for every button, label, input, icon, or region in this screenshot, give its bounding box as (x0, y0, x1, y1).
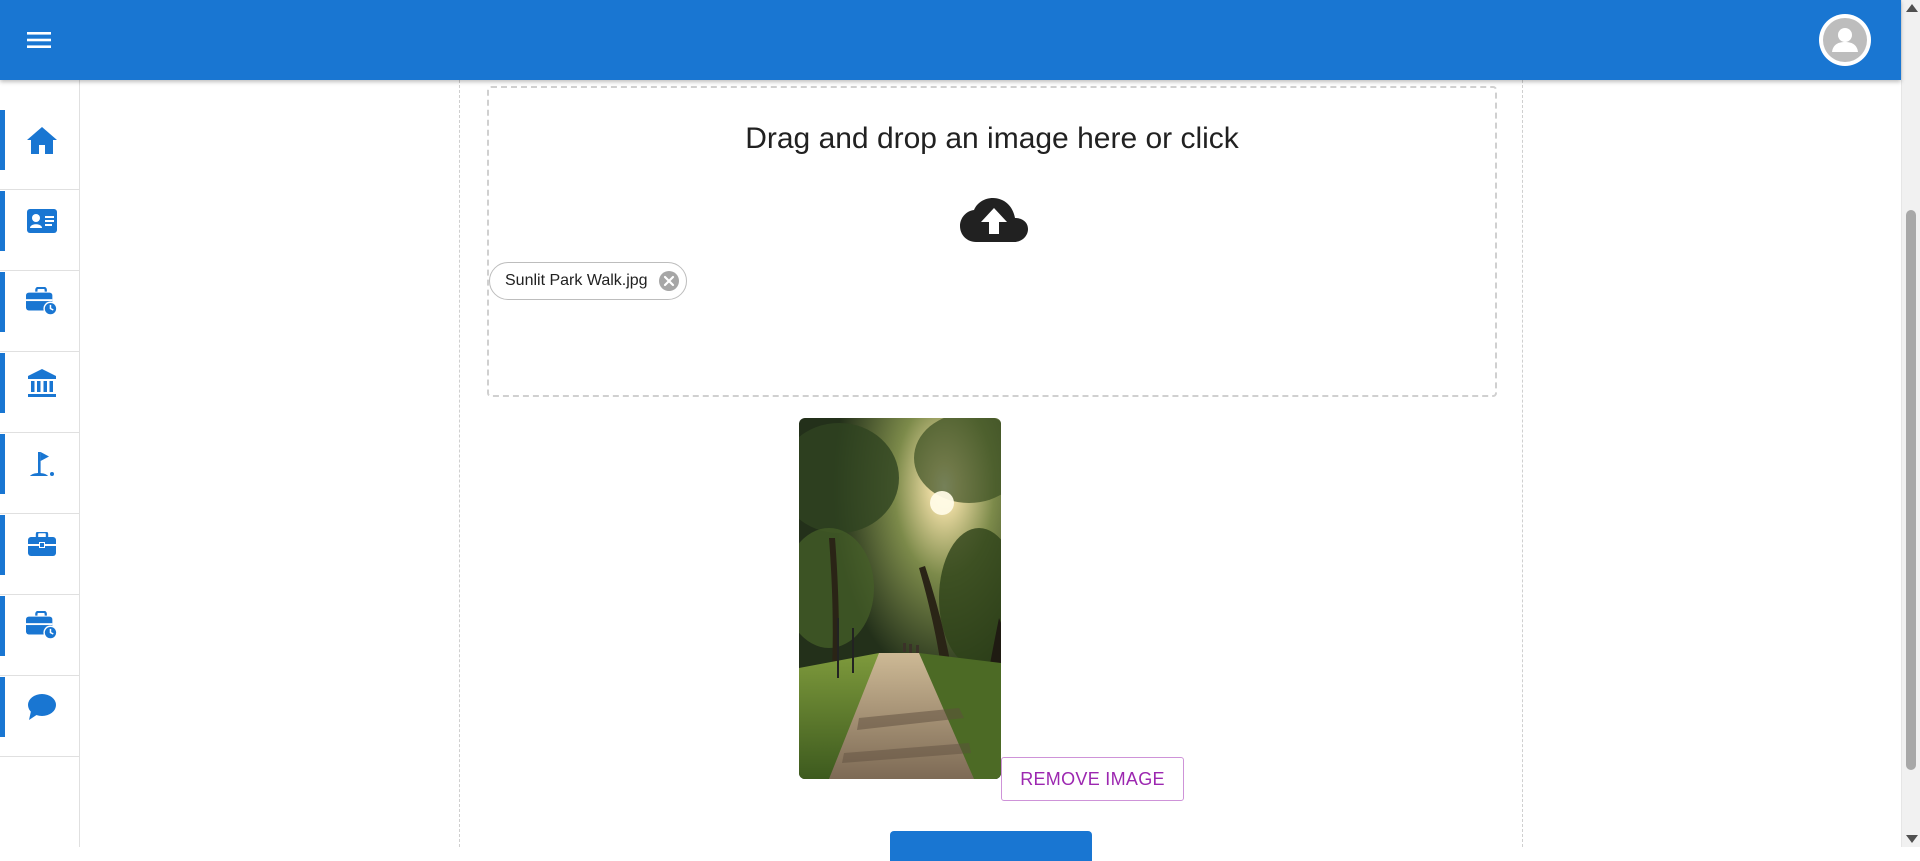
sidebar-item-profile[interactable] (0, 191, 80, 271)
sidebar-item-work-history-2[interactable] (0, 596, 80, 676)
file-chip: Sunlit Park Walk.jpg (489, 262, 687, 300)
app-bar (0, 0, 1901, 80)
sidebar (0, 80, 80, 847)
work-history-icon (26, 611, 58, 640)
sidebar-item-golf[interactable] (0, 434, 80, 514)
cancel-icon (658, 271, 679, 291)
account-circle-icon (1832, 28, 1858, 52)
contact-card-icon (27, 209, 57, 233)
sidebar-item-chat[interactable] (0, 677, 80, 757)
remove-image-button[interactable]: REMOVE IMAGE (1001, 757, 1184, 801)
sidebar-item-home[interactable] (0, 110, 80, 190)
briefcase-icon (28, 532, 56, 556)
scrollbar-thumb[interactable] (1906, 210, 1916, 770)
sidebar-item-jobs[interactable] (0, 515, 80, 595)
scroll-down-arrow-icon[interactable] (1906, 835, 1918, 843)
bank-icon (28, 369, 56, 397)
file-chip-label: Sunlit Park Walk.jpg (505, 272, 648, 289)
chat-bubble-icon (28, 694, 56, 720)
image-preview (799, 418, 1001, 779)
dropzone-text: Drag and drop an image here or click (745, 122, 1239, 155)
sidebar-item-work-history[interactable] (0, 272, 80, 352)
file-chip-delete-button[interactable] (658, 270, 680, 292)
park-walk-photo (799, 418, 1001, 779)
page-scrollbar[interactable] (1901, 0, 1920, 847)
account-button[interactable] (1819, 14, 1871, 66)
sidebar-item-bank[interactable] (0, 353, 80, 433)
hamburger-menu-icon (27, 32, 51, 48)
image-dropzone[interactable]: Drag and drop an image here or click (487, 86, 1497, 397)
cloud-upload-icon (960, 198, 1028, 242)
home-icon (27, 127, 57, 154)
work-history-icon (26, 287, 58, 316)
golf-icon (30, 452, 54, 476)
avatar (1823, 18, 1867, 62)
menu-button[interactable] (18, 22, 60, 58)
scroll-up-arrow-icon[interactable] (1906, 4, 1918, 12)
submit-button[interactable] (890, 831, 1092, 861)
